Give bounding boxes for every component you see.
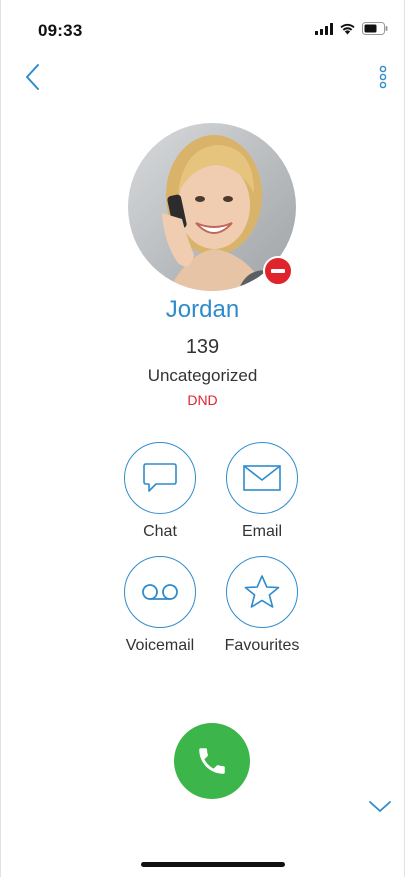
signal-icon: [315, 22, 333, 35]
battery-icon: [362, 22, 388, 35]
expand-button[interactable]: [367, 796, 393, 816]
phone-icon: [199, 748, 225, 774]
status-icons: [315, 22, 388, 35]
call-button[interactable]: [174, 723, 250, 799]
voicemail-icon: [142, 584, 178, 600]
chevron-left-icon: [26, 64, 39, 90]
more-vertical-icon: [379, 65, 387, 89]
voicemail-label: Voicemail: [125, 637, 195, 654]
status-badge: DND: [187, 392, 218, 408]
voicemail-button[interactable]: [124, 556, 196, 628]
wifi-icon: [339, 22, 356, 35]
status-bar: 09:33: [1, 0, 404, 50]
more-options-button[interactable]: [376, 64, 390, 92]
contact-name: Jordan: [165, 296, 240, 323]
chat-label: Chat: [143, 523, 177, 540]
home-indicator[interactable]: [141, 862, 285, 867]
back-button[interactable]: [21, 62, 47, 92]
favourites-button[interactable]: [226, 556, 298, 628]
chat-button[interactable]: [124, 442, 196, 514]
star-icon: [244, 575, 280, 608]
chat-action: Chat: [105, 442, 215, 541]
chat-bubble-icon: [143, 463, 177, 492]
do-not-disturb-icon: [263, 256, 293, 286]
chevron-down-icon: [369, 801, 391, 812]
email-label: Email: [241, 523, 282, 540]
favourites-action: Favourites: [207, 556, 317, 655]
favourites-label: Favourites: [224, 637, 300, 654]
contact-extension: 139: [185, 336, 220, 358]
email-action: Email: [207, 442, 317, 541]
email-button[interactable]: [226, 442, 298, 514]
envelope-icon: [243, 465, 281, 491]
contact-category: Uncategorized: [147, 366, 258, 385]
status-time: 09:33: [38, 21, 83, 40]
voicemail-action: Voicemail: [105, 556, 215, 655]
contact-detail-screen: 09:33 Jordan 139 Uncategorized DND Chat …: [0, 0, 405, 877]
